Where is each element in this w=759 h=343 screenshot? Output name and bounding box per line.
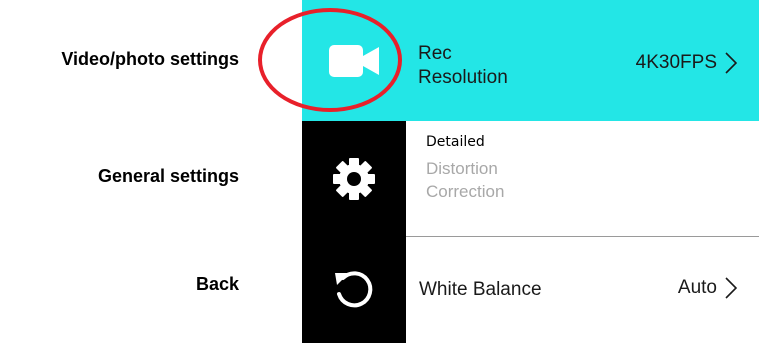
distortion-label-line2: Correction xyxy=(426,182,505,201)
distortion-correction-label: Distortion Correction xyxy=(426,157,504,203)
rec-resolution-value-text: 4K30FPS xyxy=(635,52,717,73)
gear-icon xyxy=(333,158,375,200)
rec-label-line2: Resolution xyxy=(418,67,508,88)
rec-resolution-row[interactable]: Rec Resolution 4K30FPS xyxy=(406,0,759,121)
settings-menu: Rec Resolution 4K30FPS Detailed Distorti… xyxy=(406,0,759,343)
white-balance-row[interactable]: White Balance Auto xyxy=(406,237,759,343)
distortion-label-line1: Distortion xyxy=(426,159,498,178)
general-settings-label: General settings xyxy=(97,166,239,186)
detailed-annotation: Detailed xyxy=(426,134,485,150)
video-photo-settings-label: Video/photo settings xyxy=(61,49,239,69)
chevron-right-icon xyxy=(725,277,737,299)
rec-label-line1: Rec xyxy=(418,43,452,64)
white-balance-label: White Balance xyxy=(419,279,542,300)
chevron-right-icon xyxy=(725,52,737,74)
general-settings-tab[interactable] xyxy=(302,121,406,237)
highlight-circle xyxy=(258,8,402,112)
rec-resolution-value: 4K30FPS xyxy=(636,52,737,74)
distortion-correction-row[interactable]: Detailed Distortion Correction xyxy=(406,121,759,237)
back-label: Back xyxy=(195,274,239,294)
white-balance-value: Auto xyxy=(678,277,737,299)
rec-resolution-label: Rec Resolution xyxy=(418,42,508,90)
white-balance-value-text: Auto xyxy=(677,277,717,298)
back-tab[interactable] xyxy=(302,237,406,343)
back-icon xyxy=(335,271,373,308)
